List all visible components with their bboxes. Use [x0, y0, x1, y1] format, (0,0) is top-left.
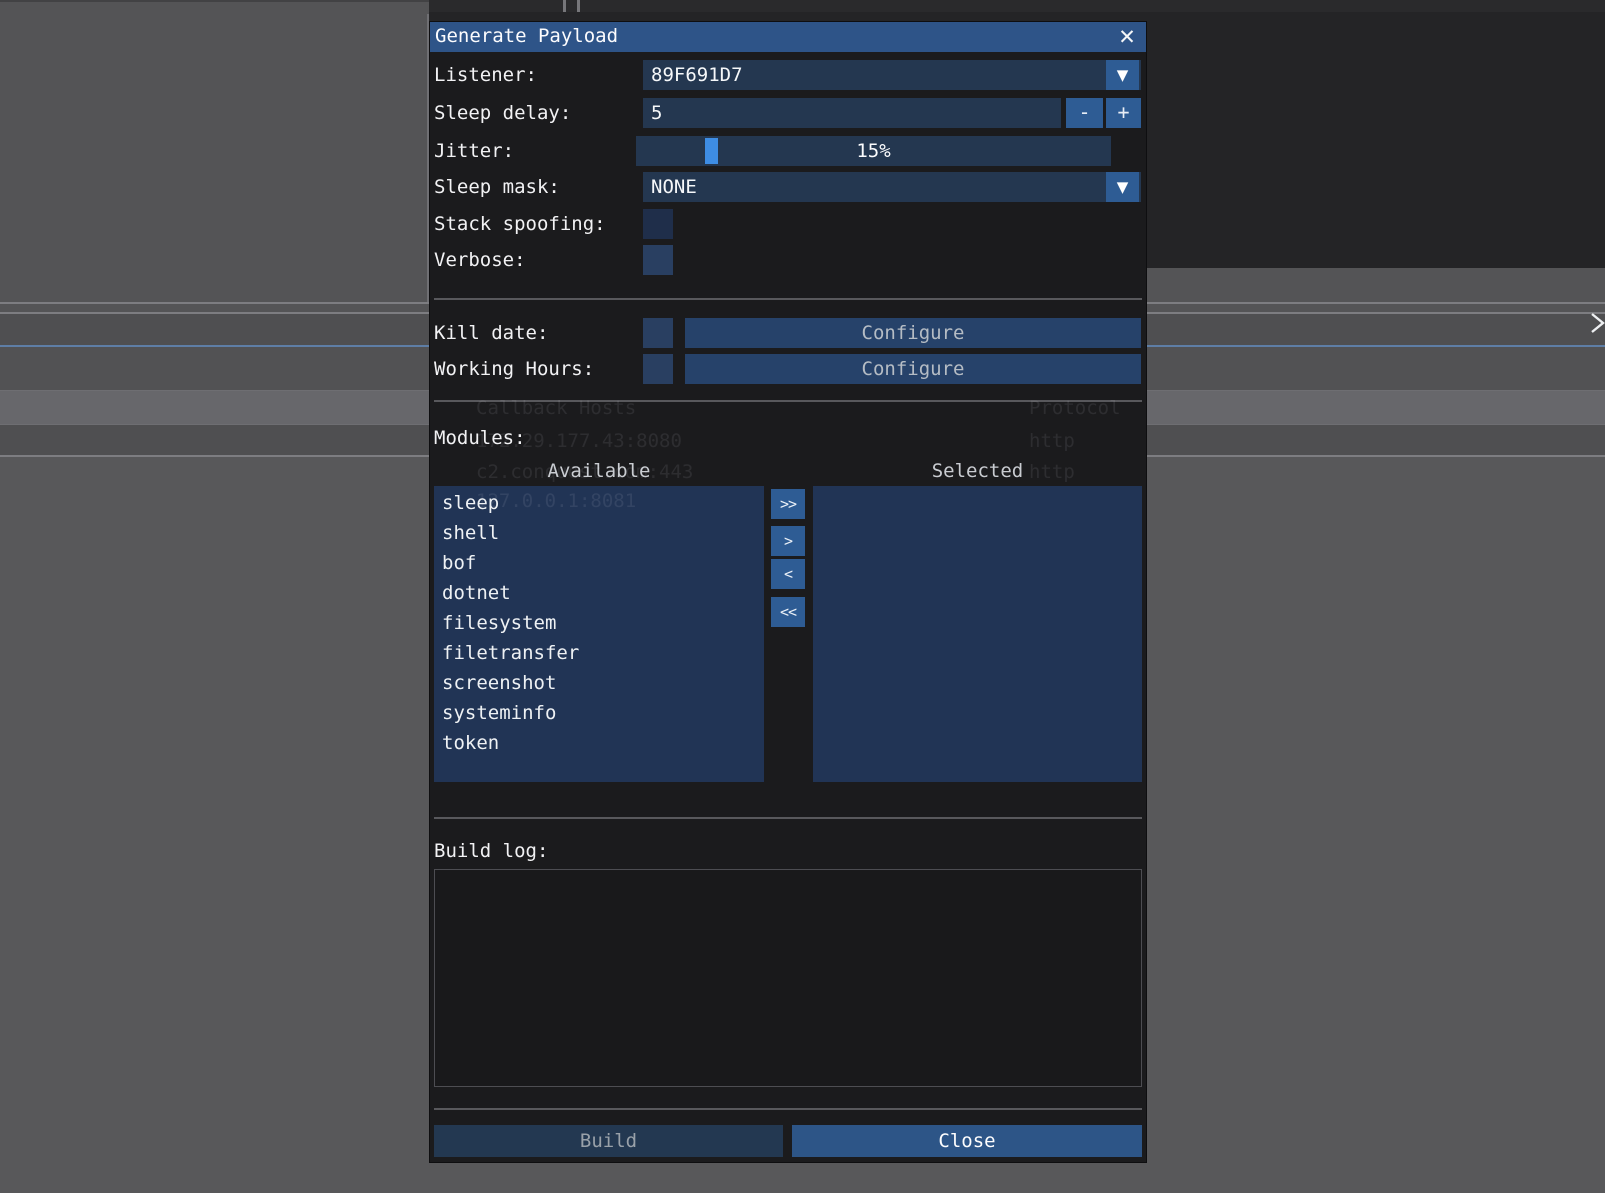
- close-icon[interactable]: ✕: [1114, 24, 1140, 50]
- move-all-left-button[interactable]: <<: [771, 597, 805, 627]
- chevron-right-icon[interactable]: [1589, 311, 1605, 335]
- dialog-titlebar[interactable]: Generate Payload ✕: [430, 22, 1146, 52]
- list-item[interactable]: filesystem: [434, 608, 764, 638]
- jitter-value: 15%: [636, 136, 1111, 166]
- background-header-strip: [429, 0, 1605, 12]
- list-item[interactable]: filetransfer: [434, 638, 764, 668]
- selected-modules-list[interactable]: [813, 486, 1142, 782]
- jitter-label: Jitter:: [434, 136, 514, 166]
- build-log-label: Build log:: [434, 839, 548, 863]
- list-item[interactable]: sleep: [434, 488, 764, 518]
- move-all-right-button[interactable]: >>: [771, 489, 805, 519]
- list-item[interactable]: screenshot: [434, 668, 764, 698]
- screen: Generate Payload ✕ Callback Hosts Protoc…: [0, 0, 1605, 1193]
- available-header: Available: [434, 459, 764, 483]
- separator: [434, 400, 1142, 402]
- sleep-mask-value: NONE: [651, 176, 697, 198]
- list-item[interactable]: dotnet: [434, 578, 764, 608]
- modules-label: Modules:: [434, 425, 526, 451]
- list-item[interactable]: systeminfo: [434, 698, 764, 728]
- sleep-delay-increment-button[interactable]: +: [1106, 98, 1141, 128]
- stack-spoofing-label: Stack spoofing:: [434, 209, 606, 239]
- verbose-label: Verbose:: [434, 245, 526, 275]
- listener-dropdown[interactable]: 89F691D7 ▼: [643, 60, 1141, 90]
- working-hours-configure-button[interactable]: Configure: [685, 354, 1141, 384]
- sleep-delay-decrement-button[interactable]: -: [1066, 98, 1103, 128]
- sleep-delay-input[interactable]: 5: [643, 98, 1061, 128]
- sleep-mask-dropdown[interactable]: NONE ▼: [643, 172, 1141, 202]
- selected-header: Selected: [813, 459, 1142, 483]
- window-tick: [563, 0, 566, 12]
- list-item[interactable]: bof: [434, 548, 764, 578]
- list-item[interactable]: shell: [434, 518, 764, 548]
- build-log-output[interactable]: [434, 869, 1142, 1087]
- window-tick: [577, 0, 580, 12]
- build-button[interactable]: Build: [434, 1125, 783, 1157]
- separator: [434, 817, 1142, 819]
- working-hours-label: Working Hours:: [434, 354, 594, 384]
- sleep-delay-label: Sleep delay:: [434, 98, 571, 128]
- move-left-button[interactable]: <: [771, 559, 805, 589]
- jitter-slider[interactable]: 15%: [636, 136, 1111, 166]
- verbose-checkbox[interactable]: [643, 245, 673, 275]
- ghost-protocol-row: http: [1029, 429, 1075, 453]
- kill-date-checkbox[interactable]: [643, 318, 673, 348]
- kill-date-configure-button[interactable]: Configure: [685, 318, 1141, 348]
- separator: [434, 298, 1142, 300]
- working-hours-checkbox[interactable]: [643, 354, 673, 384]
- sleep-mask-label: Sleep mask:: [434, 172, 560, 202]
- listener-label: Listener:: [434, 60, 537, 90]
- list-item[interactable]: token: [434, 728, 764, 758]
- kill-date-label: Kill date:: [434, 318, 548, 348]
- chevron-down-icon[interactable]: ▼: [1106, 172, 1139, 202]
- separator: [434, 1108, 1142, 1110]
- generate-payload-dialog: Generate Payload ✕ Callback Hosts Protoc…: [429, 21, 1147, 1163]
- available-modules-list[interactable]: sleepshellbofdotnetfilesystemfiletransfe…: [434, 486, 764, 782]
- stack-spoofing-checkbox[interactable]: [643, 209, 673, 239]
- close-button[interactable]: Close: [792, 1125, 1142, 1157]
- listener-value: 89F691D7: [651, 64, 743, 86]
- move-right-button[interactable]: >: [771, 526, 805, 556]
- chevron-down-icon[interactable]: ▼: [1106, 60, 1139, 90]
- dialog-title: Generate Payload: [435, 25, 618, 47]
